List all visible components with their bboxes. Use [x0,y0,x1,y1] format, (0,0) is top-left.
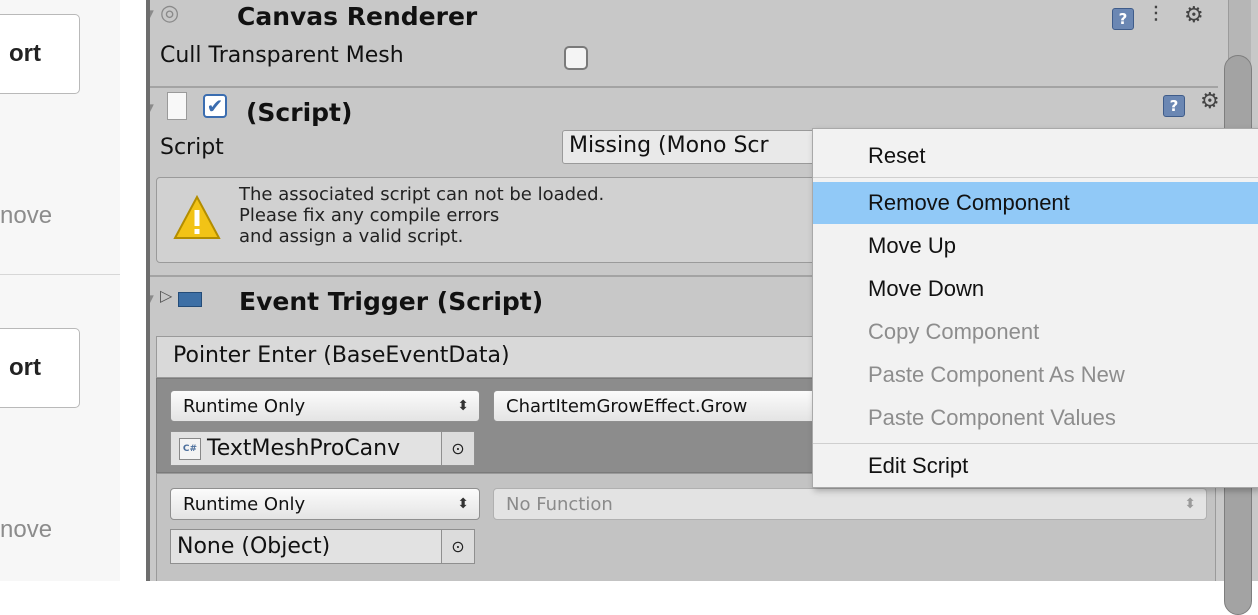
panel-gap [120,0,146,581]
component-context-menu: Reset Remove Component Move Up Move Down… [812,128,1258,488]
help-icon[interactable]: ? [1112,8,1134,30]
component-title: Event Trigger (Script) [239,287,544,316]
foldout-arrow-icon[interactable]: ▼ [150,6,154,27]
warning-line-2: Please fix any compile errors [239,205,500,226]
menu-separator [813,443,1258,444]
warning-icon [173,194,221,239]
target-object-field[interactable]: C# TextMeshProCanv ⊙ [170,431,475,466]
help-icon[interactable]: ? [1163,95,1185,117]
menu-separator [813,177,1258,178]
function-dropdown[interactable]: No Function ⬍ [493,488,1207,520]
event-header-label: Pointer Enter (BaseEventData) [173,343,510,368]
event-trigger-icon: ▷ [160,286,202,308]
target-object-label: None (Object) [177,534,331,559]
function-dropdown[interactable]: ChartItemGrowEffect.Grow [493,390,823,422]
left-divider [0,274,120,275]
object-picker-icon[interactable]: ⊙ [441,530,474,563]
left-panel: ort nove ort nove [0,0,120,581]
foldout-arrow-icon[interactable]: ▼ [150,100,154,121]
section-divider [150,86,1240,88]
property-label: Cull Transparent Mesh [160,43,404,68]
left-label-1: nove [0,202,53,229]
gear-icon[interactable]: ⚙ [1200,89,1220,114]
dropdown-arrows-icon: ⬍ [457,496,469,512]
script-label: Script [160,135,224,160]
presets-icon[interactable]: ⫶ [1153,3,1159,28]
menu-item-remove-component[interactable]: Remove Component [813,182,1258,224]
component-title: Canvas Renderer [237,2,478,31]
component-title: (Script) [246,98,353,127]
dropdown-arrows-icon: ⬍ [457,398,469,414]
warning-line-3: and assign a valid script. [239,226,464,247]
runtime-dropdown[interactable]: Runtime Only ⬍ [170,488,480,520]
gear-icon[interactable]: ⚙ [1184,3,1204,28]
foldout-arrow-icon[interactable]: ▼ [150,291,154,312]
dropdown-arrows-icon: ⬍ [1184,496,1196,512]
component-enabled-checkbox[interactable]: ✔ [203,94,227,118]
left-button-2[interactable]: ort [0,328,80,408]
target-object-label: TextMeshProCanv [207,436,401,461]
object-picker-icon[interactable]: ⊙ [441,432,474,465]
left-label-2: nove [0,516,53,543]
menu-item-move-down[interactable]: Move Down [813,268,1258,310]
csharp-script-icon: C# [179,437,201,460]
menu-item-paste-component-as-new[interactable]: Paste Component As New [813,354,1258,396]
target-object-field[interactable]: None (Object) ⊙ [170,529,475,564]
script-field-value: Missing (Mono Scr [569,133,769,158]
menu-item-reset[interactable]: Reset [813,135,1258,177]
script-file-icon [167,92,187,120]
menu-item-move-up[interactable]: Move Up [813,225,1258,267]
warning-line-1: The associated script can not be loaded. [239,184,605,205]
cull-transparent-mesh-checkbox[interactable] [564,46,588,70]
menu-item-edit-script[interactable]: Edit Script [813,445,1258,487]
runtime-dropdown[interactable]: Runtime Only ⬍ [170,390,480,422]
canvas-renderer-icon: ◎ [160,1,180,26]
menu-item-paste-component-values[interactable]: Paste Component Values [813,397,1258,439]
menu-item-copy-component[interactable]: Copy Component [813,311,1258,353]
left-button-1[interactable]: ort [0,14,80,94]
